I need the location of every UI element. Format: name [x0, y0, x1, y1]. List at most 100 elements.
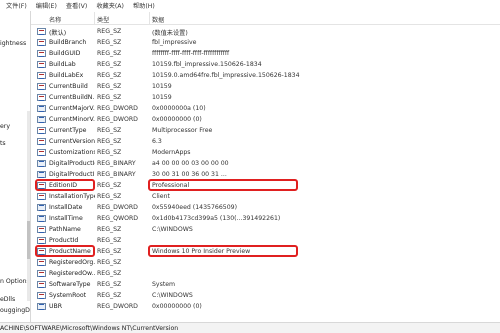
highlight-box-data: [148, 245, 298, 257]
table-row[interactable]: BuildGUID REG_SZ ffffffff-ffff-ffff-ffff-f…: [31, 48, 500, 59]
value-name: InstallTime: [49, 215, 83, 222]
table-row[interactable]: CurrentMinorV... REG_DWORD 0x00000000 (0): [31, 114, 500, 125]
column-divider[interactable]: [149, 12, 150, 24]
table-row[interactable]: BuildLabEx REG_SZ 10159.0.amd64fre.fbl_imp…: [31, 70, 500, 81]
value-type: REG_SZ: [97, 226, 122, 233]
value-name: Customizations: [49, 149, 95, 156]
table-row[interactable]: BuildLab REG_SZ 10159.fbl_impressive.15062…: [31, 59, 500, 70]
table-row[interactable]: InstallDate REG_DWORD 0x55940eed (14357665…: [31, 202, 500, 213]
value-data: 10159.fbl_impressive.150626-1834: [152, 61, 262, 68]
tree-item[interactable]: ightness: [0, 40, 26, 47]
table-row[interactable]: (默认) REG_SZ (数值未设置): [31, 26, 500, 37]
list-header: 名称 类型 数据: [31, 11, 500, 25]
value-type: REG_QWORD: [97, 215, 139, 222]
binary-value-icon: [37, 204, 46, 211]
tree-item[interactable]: n Options: [0, 278, 30, 285]
value-data: ffffffff-ffff-ffff-ffff-ffffffffffff: [152, 50, 230, 57]
status-path: ACHINE\SOFTWARE\Microsoft\Windows NT\Cur…: [0, 325, 179, 332]
tree-scrollbar-thumb[interactable]: [27, 221, 30, 259]
value-name: PathName: [49, 226, 81, 233]
table-row[interactable]: RegisteredOrg... REG_SZ: [31, 257, 500, 268]
table-row[interactable]: InstallationType REG_SZ Client: [31, 191, 500, 202]
key-tree-pane[interactable]: ightness ery ts n Options eDlls ouggingD…: [0, 11, 31, 322]
value-name: UBR: [49, 303, 63, 310]
value-data: 6.3: [152, 138, 162, 145]
value-data: System: [152, 281, 176, 288]
value-data: 30 00 31 00 36 00 31 ...: [152, 171, 227, 178]
table-row[interactable]: SystemRoot REG_SZ C:\WINDOWS: [31, 290, 500, 301]
binary-value-icon: [37, 215, 46, 222]
highlight-box-name: [35, 179, 95, 191]
value-type: REG_SZ: [97, 50, 122, 57]
value-name: CurrentMinorV...: [49, 116, 95, 123]
string-value-icon: [37, 281, 46, 288]
value-type: REG_BINARY: [97, 171, 136, 178]
value-name: RegisteredOrg...: [49, 259, 95, 266]
table-row[interactable]: BuildBranch REG_SZ fbl_impressive: [31, 37, 500, 48]
value-type: REG_SZ: [97, 149, 122, 156]
value-type: REG_DWORD: [97, 303, 138, 310]
table-row[interactable]: CurrentMajorV... REG_DWORD 0x0000000a (10): [31, 103, 500, 114]
value-type: REG_SZ: [97, 138, 122, 145]
value-name: RegisteredOw...: [49, 270, 95, 277]
binary-value-icon: [37, 160, 46, 167]
value-name: InstallDate: [49, 204, 83, 211]
value-data: 10159.0.amd64fre.fbl_impressive.150626-1…: [152, 72, 300, 79]
value-type: REG_BINARY: [97, 160, 136, 167]
string-value-icon: [37, 259, 46, 266]
menu-edit[interactable]: 编辑(E): [36, 1, 57, 10]
table-row[interactable]: UBR REG_DWORD 0x00000000 (0): [31, 301, 500, 312]
string-value-icon: [37, 193, 46, 200]
value-type: REG_SZ: [97, 193, 122, 200]
table-row[interactable]: InstallTime REG_QWORD 0x1d0b4173cd399a5 (1…: [31, 213, 500, 224]
tree-item[interactable]: ts: [0, 140, 6, 147]
string-value-icon: [37, 72, 46, 79]
value-type: REG_SZ: [97, 72, 122, 79]
value-data: fbl_impressive: [152, 39, 197, 46]
table-row[interactable]: CurrentType REG_SZ Multiprocessor Free: [31, 125, 500, 136]
string-value-icon: [37, 138, 46, 145]
table-row[interactable]: SoftwareType REG_SZ System: [31, 279, 500, 290]
table-row[interactable]: CurrentBuild REG_SZ 10159: [31, 81, 500, 92]
column-data-header[interactable]: 数据: [152, 15, 164, 24]
string-value-icon: [37, 94, 46, 101]
value-data: 0x1d0b4173cd399a5 (130(...391492261): [152, 215, 281, 222]
highlight-box-name: [35, 245, 95, 257]
value-data: Client: [152, 193, 170, 200]
table-row[interactable]: CurrentVersion REG_SZ 6.3: [31, 136, 500, 147]
status-bar: ACHINE\SOFTWARE\Microsoft\Windows NT\Cur…: [0, 322, 500, 333]
value-name: BuildGUID: [49, 50, 81, 57]
menu-help[interactable]: 帮助(H): [133, 1, 155, 10]
table-row[interactable]: RegisteredOw... REG_SZ: [31, 268, 500, 279]
menu-favorites[interactable]: 收藏夹(A): [96, 1, 124, 10]
value-name: CurrentVersion: [49, 138, 95, 145]
value-data: C:\WINDOWS: [152, 226, 193, 233]
menu-file[interactable]: 文件(F): [6, 1, 27, 10]
value-name: CurrentBuild: [49, 83, 88, 90]
tree-item[interactable]: ouggingDl: [0, 307, 30, 314]
binary-value-icon: [37, 303, 46, 310]
tree-item[interactable]: ery: [0, 123, 10, 130]
value-name: CurrentMajorV...: [49, 105, 95, 112]
value-data: (数值未设置): [152, 30, 188, 37]
value-type: REG_SZ: [97, 270, 122, 277]
menu-view[interactable]: 查看(V): [66, 1, 87, 10]
table-row[interactable]: PathName REG_SZ C:\WINDOWS: [31, 224, 500, 235]
value-type: REG_SZ: [97, 281, 122, 288]
value-data: 10159: [152, 94, 172, 101]
column-type-header[interactable]: 类型: [97, 15, 109, 24]
value-data: 0x00000000 (0): [152, 116, 202, 123]
column-divider[interactable]: [94, 12, 95, 24]
tree-scrollbar[interactable]: [27, 111, 30, 301]
value-name: DigitalProductI...: [49, 171, 95, 178]
column-name-header[interactable]: 名称: [49, 15, 61, 24]
value-type: REG_DWORD: [97, 105, 138, 112]
tree-item[interactable]: eDlls: [0, 296, 15, 303]
value-name: CurrentType: [49, 127, 87, 134]
table-row[interactable]: DigitalProductId REG_BINARY a4 00 00 00 03…: [31, 158, 500, 169]
table-row[interactable]: CurrentBuildN... REG_SZ 10159: [31, 92, 500, 103]
value-name: ProductId: [49, 237, 79, 244]
value-type: REG_SZ: [97, 94, 122, 101]
table-row[interactable]: Customizations REG_SZ ModernApps: [31, 147, 500, 158]
value-data: 0x55940eed (1435766509): [152, 204, 237, 211]
